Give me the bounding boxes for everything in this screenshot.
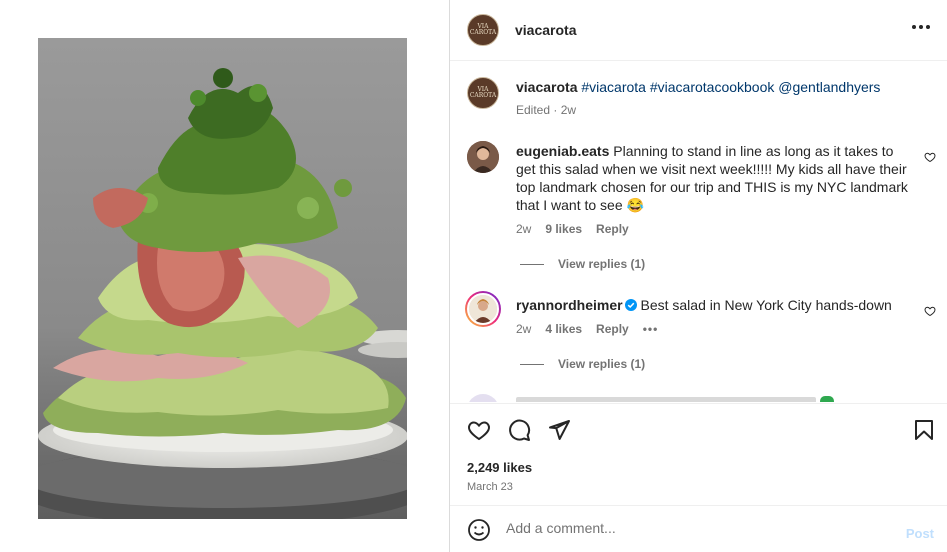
caption-text: viacarota #viacarota #viacarotacookbook …: [516, 78, 916, 96]
comment-likes[interactable]: 9 likes: [545, 222, 582, 236]
share-paper-plane-icon[interactable]: [547, 418, 571, 442]
likes-count[interactable]: 2,249 likes: [467, 460, 532, 475]
add-comment-bar: Post: [450, 505, 947, 552]
comment-time[interactable]: 2w: [516, 222, 531, 236]
view-replies-line: [520, 363, 544, 365]
comment-likes[interactable]: 4 likes: [545, 322, 582, 336]
more-options-icon[interactable]: [912, 24, 930, 30]
comment-text: ryannordheimer Best salad in New York Ci…: [516, 296, 916, 314]
like-comment-heart-icon[interactable]: [924, 151, 936, 163]
post-comment-button[interactable]: Post: [906, 526, 934, 541]
emoji-picker-icon[interactable]: [467, 518, 491, 542]
user-photo-icon: [469, 295, 497, 323]
comment-input[interactable]: [506, 520, 886, 536]
green-heart-emoji: [820, 396, 834, 402]
user-photo-icon: [467, 141, 499, 173]
brand-logo-text: VIA CAROTA: [469, 86, 497, 99]
post-date[interactable]: March 23: [467, 481, 513, 493]
salad-image: [38, 38, 407, 519]
caption-author[interactable]: viacarota: [516, 79, 577, 95]
view-replies-label: View replies (1): [558, 257, 646, 271]
post-actions: 2,249 likes March 23: [450, 403, 947, 505]
post-header: VIA CAROTA viacarota: [450, 0, 947, 61]
comment-meta: 2w 4 likes Reply •••: [516, 322, 658, 336]
comment-bubble-icon[interactable]: [507, 418, 531, 442]
post-details-panel: VIA CAROTA viacarota VIA CAROTA viacarot…: [449, 0, 947, 552]
media-panel: [0, 0, 449, 552]
commenter-avatar-story-ring[interactable]: [465, 291, 501, 327]
commenter-avatar[interactable]: [467, 394, 499, 402]
comment-options-icon[interactable]: •••: [643, 322, 659, 336]
comment-body: Best salad in New York City hands-down: [640, 297, 892, 313]
view-replies-line: [520, 263, 544, 265]
view-replies-button[interactable]: View replies (1): [520, 257, 645, 271]
post-photo[interactable]: [38, 38, 407, 519]
caption-tags[interactable]: #viacarota #viacarotacookbook @gentlandh…: [581, 79, 880, 95]
author-username[interactable]: viacarota: [515, 22, 576, 38]
comment-author[interactable]: ryannordheimer: [516, 297, 623, 313]
comment-meta: 2w 9 likes Reply: [516, 222, 629, 236]
like-comment-heart-icon[interactable]: [924, 305, 936, 317]
author-avatar[interactable]: VIA CAROTA: [467, 14, 499, 46]
like-heart-icon[interactable]: [467, 418, 491, 442]
caption-meta: Edited · 2w: [516, 103, 577, 117]
bookmark-save-icon[interactable]: [912, 418, 936, 442]
comments-list[interactable]: VIA CAROTA viacarota #viacarota #viacaro…: [450, 62, 947, 402]
comment-time[interactable]: 2w: [516, 322, 531, 336]
comment-text: eugeniab.eats Planning to stand in line …: [516, 142, 916, 214]
view-replies-button[interactable]: View replies (1): [520, 357, 645, 371]
comment-author[interactable]: eugeniab.eats: [516, 143, 609, 159]
brand-logo-text: VIA CAROTA: [469, 23, 497, 36]
reply-button[interactable]: Reply: [596, 322, 629, 336]
commenter-avatar[interactable]: [467, 141, 499, 173]
caption-avatar[interactable]: VIA CAROTA: [467, 77, 499, 109]
commenter-avatar: [467, 293, 499, 325]
view-replies-label: View replies (1): [558, 357, 646, 371]
reply-button[interactable]: Reply: [596, 222, 629, 236]
clipped-comment-text: [516, 397, 816, 402]
verified-badge-icon: [624, 299, 637, 311]
